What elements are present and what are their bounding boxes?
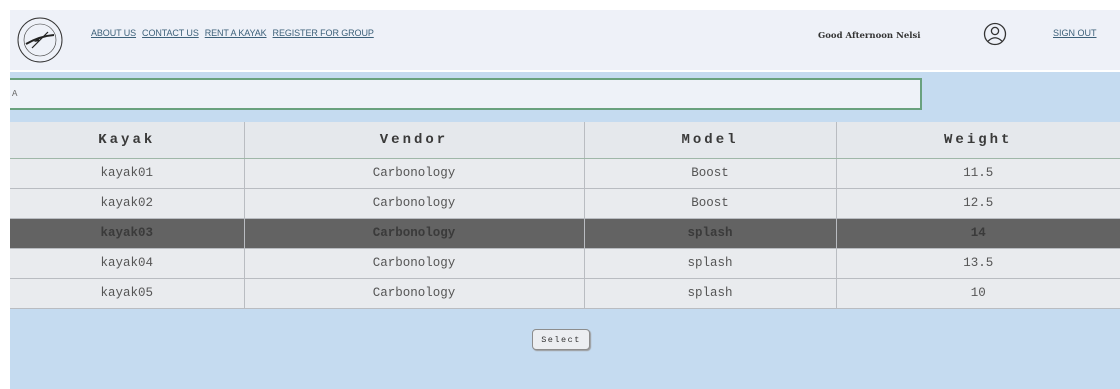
cell-model: splash xyxy=(583,218,837,249)
kayak-table: Kayak Vendor Model Weight kayak01 Carbon… xyxy=(10,122,1120,309)
kayak-club-logo-icon[interactable] xyxy=(14,14,66,66)
cell-kayak: kayak04 xyxy=(10,248,245,279)
table-row[interactable]: kayak02 Carbonology Boost 12.5 xyxy=(10,188,1120,219)
column-header-weight[interactable]: Weight xyxy=(835,122,1120,159)
cell-weight: 13.5 xyxy=(835,248,1120,279)
table-row-selected[interactable]: kayak03 Carbonology splash 14 xyxy=(10,218,1120,249)
cell-weight: 14 xyxy=(835,218,1120,249)
top-navigation-bar: ABOUT US CONTACT US RENT A KAYAK REGISTE… xyxy=(10,10,1120,70)
sign-out-link[interactable]: SIGN OUT xyxy=(1053,28,1097,38)
cell-model: Boost xyxy=(583,158,837,189)
cell-weight: 11.5 xyxy=(835,158,1120,189)
cell-model: splash xyxy=(583,278,837,309)
cell-weight: 10 xyxy=(835,278,1120,309)
cell-kayak: kayak02 xyxy=(10,188,245,219)
cell-kayak: kayak01 xyxy=(10,158,245,189)
column-header-kayak[interactable]: Kayak xyxy=(10,122,245,159)
cell-vendor: Carbonology xyxy=(243,248,585,279)
table-row[interactable]: kayak04 Carbonology splash 13.5 xyxy=(10,248,1120,279)
cell-vendor: Carbonology xyxy=(243,188,585,219)
main-content: Kayak Vendor Model Weight kayak01 Carbon… xyxy=(10,72,1120,389)
greeting-text: Good Afternoon Nelsi xyxy=(818,31,921,41)
main-nav: ABOUT US CONTACT US RENT A KAYAK REGISTE… xyxy=(91,28,374,38)
cell-kayak: kayak03 xyxy=(10,218,245,249)
cell-vendor: Carbonology xyxy=(243,278,585,309)
table-header-row: Kayak Vendor Model Weight xyxy=(10,122,1120,159)
user-circle-icon[interactable] xyxy=(983,22,1007,46)
cell-vendor: Carbonology xyxy=(243,158,585,189)
nav-register-for-group-link[interactable]: REGISTER FOR GROUP xyxy=(273,28,374,38)
column-header-model[interactable]: Model xyxy=(583,122,837,159)
select-button[interactable]: Select xyxy=(532,329,590,350)
cell-vendor: Carbonology xyxy=(243,218,585,249)
table-row[interactable]: kayak05 Carbonology splash 10 xyxy=(10,278,1120,309)
table-row[interactable]: kayak01 Carbonology Boost 11.5 xyxy=(10,158,1120,189)
search-input[interactable] xyxy=(10,78,922,110)
cell-kayak: kayak05 xyxy=(10,278,245,309)
column-header-vendor[interactable]: Vendor xyxy=(243,122,585,159)
nav-about-us-link[interactable]: ABOUT US xyxy=(91,28,136,38)
nav-rent-a-kayak-link[interactable]: RENT A KAYAK xyxy=(205,28,267,38)
nav-contact-us-link[interactable]: CONTACT US xyxy=(142,28,199,38)
cell-model: splash xyxy=(583,248,837,279)
cell-weight: 12.5 xyxy=(835,188,1120,219)
cell-model: Boost xyxy=(583,188,837,219)
